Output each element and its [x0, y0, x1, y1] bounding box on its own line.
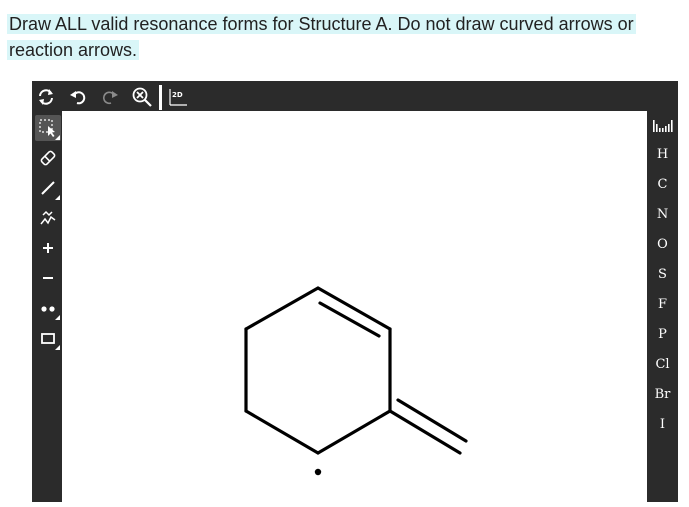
left-toolbar [32, 111, 62, 502]
bond-c4-c5 [244, 409, 320, 455]
radical-tool[interactable] [35, 295, 61, 321]
element-f-button[interactable]: F [647, 292, 678, 316]
eraser-icon [40, 150, 56, 166]
select-tool[interactable] [35, 115, 61, 141]
radical-corner [55, 315, 60, 320]
bond-tool[interactable] [35, 175, 61, 201]
minus-icon [43, 277, 53, 279]
drawing-canvas[interactable] [62, 111, 647, 502]
radical-dot [314, 468, 322, 476]
bond-c6-c1 [244, 286, 320, 331]
element-palette: H C N O S F P Cl Br I [647, 111, 678, 502]
periodic-table-icon [653, 120, 673, 132]
toolbar-separator [159, 85, 162, 110]
undo-icon [70, 91, 86, 105]
shape-tool[interactable] [35, 325, 61, 351]
element-p-button[interactable]: P [647, 322, 678, 346]
bond-corner [55, 195, 60, 200]
question-highlight: Draw ALL valid resonance forms for Struc… [7, 14, 636, 60]
refresh-button[interactable] [35, 86, 57, 108]
zoom-clear-icon [132, 87, 152, 107]
structure-editor: 2D H C N O S F P Cl Br I [32, 81, 678, 502]
refresh-icon [39, 89, 53, 105]
element-s-button[interactable]: S [647, 262, 678, 286]
redo-button[interactable] [99, 86, 121, 108]
layout-2d-button[interactable]: 2D [167, 86, 189, 108]
top-toolbar: 2D [32, 81, 678, 111]
charge-plus-tool[interactable] [35, 235, 61, 261]
select-corner [55, 135, 60, 140]
element-c-button[interactable]: C [647, 172, 678, 196]
zoom-clear-button[interactable] [131, 86, 153, 108]
layout-2d-label: 2D [172, 91, 183, 99]
element-cl-button[interactable]: Cl [647, 352, 678, 376]
erase-tool[interactable] [35, 145, 61, 171]
question-text: Draw ALL valid resonance forms for Struc… [7, 11, 647, 63]
element-i-button[interactable]: I [647, 412, 678, 436]
redo-icon [103, 91, 118, 105]
chain-icon [40, 210, 56, 225]
molecule-structure [244, 286, 468, 476]
element-br-button[interactable]: Br [647, 382, 678, 406]
element-h-button[interactable]: H [647, 142, 678, 166]
periodic-table-button[interactable] [650, 115, 676, 137]
bond-c3-c4 [316, 409, 392, 455]
chain-tool[interactable] [35, 205, 61, 231]
layout-2d-icon: 2D [169, 89, 187, 106]
undo-button[interactable] [67, 86, 89, 108]
element-n-button[interactable]: N [647, 202, 678, 226]
element-o-button[interactable]: O [647, 232, 678, 256]
shape-corner [55, 345, 60, 350]
charge-minus-tool[interactable] [35, 265, 61, 291]
plus-icon [43, 243, 53, 253]
